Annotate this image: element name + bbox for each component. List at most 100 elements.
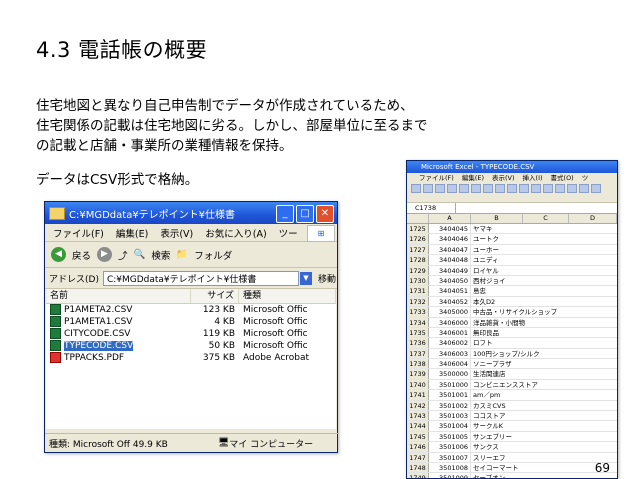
excel-menu-tools[interactable]: ツ xyxy=(582,173,589,183)
row-number[interactable]: 1732 xyxy=(407,296,429,307)
row-number[interactable]: 1726 xyxy=(407,234,429,244)
folders-button[interactable]: フォルダ xyxy=(194,248,232,262)
cell-empty[interactable] xyxy=(523,432,569,441)
toolbar-icon[interactable] xyxy=(423,184,433,193)
row-number[interactable]: 1727 xyxy=(407,244,429,255)
row-number[interactable]: 1741 xyxy=(407,390,429,400)
cell-empty[interactable] xyxy=(569,245,617,254)
cell-empty[interactable] xyxy=(569,421,617,430)
col-header-d[interactable]: D xyxy=(569,214,617,223)
file-row[interactable]: P1AMETA1.CSV 4 KB Microsoft Offic xyxy=(46,316,336,328)
row-number[interactable]: 1746 xyxy=(407,442,429,452)
address-dropdown-icon[interactable]: ▼ xyxy=(299,271,312,285)
explorer-titlebar[interactable]: C:¥MGDdata¥テレポイント¥仕様書 _ □ ✕ xyxy=(45,202,337,224)
cell-empty[interactable] xyxy=(523,276,569,285)
back-arrow-icon[interactable]: ◀ xyxy=(51,247,66,262)
cell-empty[interactable] xyxy=(523,390,569,399)
toolbar-icon[interactable] xyxy=(567,184,577,193)
file-name-cell[interactable]: TPPACKS.PDF xyxy=(46,352,191,364)
toolbar-icon[interactable] xyxy=(483,184,493,193)
excel-menu-view[interactable]: 表示(V) xyxy=(492,173,515,183)
file-name-cell[interactable]: P1AMETA1.CSV xyxy=(46,316,191,328)
cell-empty[interactable] xyxy=(569,318,617,327)
cell-empty[interactable] xyxy=(569,349,617,358)
cell-code[interactable]: 3406004 xyxy=(429,359,471,369)
cell-code[interactable]: 3501002 xyxy=(429,400,471,411)
cell-empty[interactable] xyxy=(523,401,569,410)
cell-empty[interactable] xyxy=(523,224,569,233)
cell-empty[interactable] xyxy=(523,463,569,472)
toolbar-icon[interactable] xyxy=(495,184,505,193)
cell-name[interactable]: カスミCVS xyxy=(471,401,523,410)
cell-code[interactable]: 3501001 xyxy=(429,390,471,400)
cell-empty[interactable] xyxy=(569,338,617,347)
cell-name[interactable]: 本久D2 xyxy=(471,297,523,306)
file-row[interactable]: P1AMETA2.CSV 123 KB Microsoft Offic xyxy=(46,304,336,316)
row-number[interactable]: 1738 xyxy=(407,359,429,369)
cell-code[interactable]: 3501000 xyxy=(429,379,471,390)
cell-empty[interactable] xyxy=(569,390,617,399)
forward-arrow-icon[interactable]: ▶ xyxy=(97,247,113,262)
up-folder-icon[interactable]: ⤴ xyxy=(118,248,128,262)
cell-code[interactable]: 3501006 xyxy=(429,442,471,452)
corner-cell[interactable] xyxy=(407,214,429,223)
row-number[interactable]: 1745 xyxy=(407,431,429,442)
menu-file[interactable]: ファイル(F) xyxy=(53,226,104,240)
excel-menu-edit[interactable]: 編集(E) xyxy=(462,173,484,183)
cell-code[interactable]: 3406000 xyxy=(429,317,471,327)
cell-empty[interactable] xyxy=(569,411,617,420)
cell-name[interactable]: セイコーマート xyxy=(471,463,523,472)
row-number[interactable]: 1736 xyxy=(407,338,429,348)
excel-menu-file[interactable]: ファイル(F) xyxy=(419,173,454,183)
cell-empty[interactable] xyxy=(523,338,569,347)
cell-name[interactable]: ユーホー xyxy=(471,245,523,254)
cell-code[interactable]: 3404047 xyxy=(429,244,471,255)
row-number[interactable]: 1737 xyxy=(407,348,429,359)
column-type[interactable]: 種類 xyxy=(239,289,336,303)
cell-empty[interactable] xyxy=(569,266,617,275)
cell-code[interactable]: 3501007 xyxy=(429,452,471,462)
row-number[interactable]: 1747 xyxy=(407,452,429,462)
cell-name[interactable]: 島忠 xyxy=(471,286,523,295)
file-name-cell[interactable]: CITYCODE.CSV xyxy=(46,328,191,340)
toolbar-icon[interactable] xyxy=(543,184,553,193)
cell-empty[interactable] xyxy=(569,255,617,264)
row-number[interactable]: 1742 xyxy=(407,400,429,411)
cell-empty[interactable] xyxy=(523,380,569,389)
search-button[interactable]: 検索 xyxy=(151,248,170,262)
cell-empty[interactable] xyxy=(523,307,569,316)
file-row[interactable]: CITYCODE.CSV 119 KB Microsoft Offic xyxy=(46,328,336,340)
cell-name[interactable]: ココストア xyxy=(471,411,523,420)
menu-tools[interactable]: ツー xyxy=(279,226,298,240)
cell-empty[interactable] xyxy=(523,369,569,378)
cell-empty[interactable] xyxy=(569,369,617,378)
cell-name[interactable]: サークルK xyxy=(471,421,523,430)
cell-code[interactable]: 3406001 xyxy=(429,327,471,338)
cell-empty[interactable] xyxy=(523,411,569,420)
toolbar-icon[interactable] xyxy=(507,184,517,193)
cell-code[interactable]: 3405000 xyxy=(429,307,471,317)
row-number[interactable]: 1740 xyxy=(407,379,429,390)
menu-edit[interactable]: 編集(E) xyxy=(116,226,148,240)
cell-code[interactable]: 3404051 xyxy=(429,286,471,296)
cell-name[interactable]: ヤマキ xyxy=(471,224,523,233)
col-header-c[interactable]: C xyxy=(523,214,569,223)
column-size[interactable]: サイズ xyxy=(191,289,239,303)
row-number[interactable]: 1749 xyxy=(407,473,429,478)
toolbar-icon[interactable] xyxy=(531,184,541,193)
menu-view[interactable]: 表示(V) xyxy=(160,226,193,240)
cell-empty[interactable] xyxy=(523,234,569,243)
cell-code[interactable]: 3404050 xyxy=(429,275,471,286)
minimize-button[interactable]: _ xyxy=(276,205,294,223)
cell-empty[interactable] xyxy=(523,349,569,358)
cell-empty[interactable] xyxy=(569,359,617,368)
cell-code[interactable]: 3404052 xyxy=(429,296,471,307)
cell-code[interactable]: 3501003 xyxy=(429,411,471,421)
cell-name[interactable]: サンエブリー xyxy=(471,432,523,441)
row-number[interactable]: 1731 xyxy=(407,286,429,296)
excel-menu-format[interactable]: 書式(O) xyxy=(551,173,574,183)
row-number[interactable]: 1743 xyxy=(407,411,429,421)
cell-empty[interactable] xyxy=(523,473,569,478)
cell-empty[interactable] xyxy=(523,453,569,462)
cell-empty[interactable] xyxy=(523,245,569,254)
